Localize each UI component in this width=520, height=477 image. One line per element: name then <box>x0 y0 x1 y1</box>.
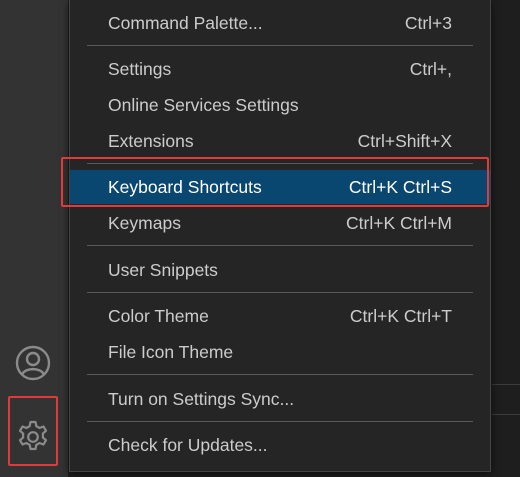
menu-item-command-palette[interactable]: Command Palette... Ctrl+3 <box>70 6 490 40</box>
menu-separator <box>87 245 473 246</box>
menu-item-settings-sync[interactable]: Turn on Settings Sync... <box>70 382 490 416</box>
menu-item-label: Extensions <box>108 130 194 151</box>
account-icon <box>15 345 51 381</box>
menu-separator <box>87 374 473 375</box>
editor-divider <box>492 384 520 385</box>
menu-item-keymaps[interactable]: Keymaps Ctrl+K Ctrl+M <box>70 206 490 240</box>
menu-item-check-for-updates[interactable]: Check for Updates... <box>70 428 490 462</box>
menu-item-shortcut: Ctrl+, <box>409 58 452 79</box>
menu-item-label: User Snippets <box>108 259 218 280</box>
menu-item-settings[interactable]: Settings Ctrl+, <box>70 52 490 86</box>
menu-item-shortcut: Ctrl+3 <box>404 12 452 33</box>
menu-item-label: Keymaps <box>108 212 181 233</box>
menu-item-shortcut: Ctrl+Shift+X <box>357 130 452 151</box>
menu-item-online-services-settings[interactable]: Online Services Settings <box>70 88 490 122</box>
menu-separator <box>87 421 473 422</box>
menu-item-label: Color Theme <box>108 305 209 326</box>
manage-button-highlight <box>8 396 58 466</box>
menu-item-label: File Icon Theme <box>108 341 234 362</box>
editor-divider <box>492 414 520 415</box>
menu-item-file-icon-theme[interactable]: File Icon Theme <box>70 335 490 369</box>
menu-item-label: Turn on Settings Sync... <box>108 388 295 409</box>
menu-item-user-snippets[interactable]: User Snippets <box>70 253 490 287</box>
account-button[interactable] <box>14 344 52 382</box>
menu-separator <box>87 45 473 46</box>
menu-item-label: Command Palette... <box>108 12 263 33</box>
menu-item-label: Online Services Settings <box>108 94 299 115</box>
menu-item-shortcut: Ctrl+K Ctrl+M <box>346 212 452 233</box>
manage-menu: Command Palette... Ctrl+3 Settings Ctrl+… <box>69 0 491 472</box>
keyboard-shortcuts-highlight <box>61 157 489 207</box>
menu-item-color-theme[interactable]: Color Theme Ctrl+K Ctrl+T <box>70 299 490 333</box>
menu-item-extensions[interactable]: Extensions Ctrl+Shift+X <box>70 124 490 158</box>
menu-item-label: Settings <box>108 58 172 79</box>
menu-item-label: Check for Updates... <box>108 434 268 455</box>
menu-separator <box>87 292 473 293</box>
menu-item-shortcut: Ctrl+K Ctrl+T <box>349 305 452 326</box>
